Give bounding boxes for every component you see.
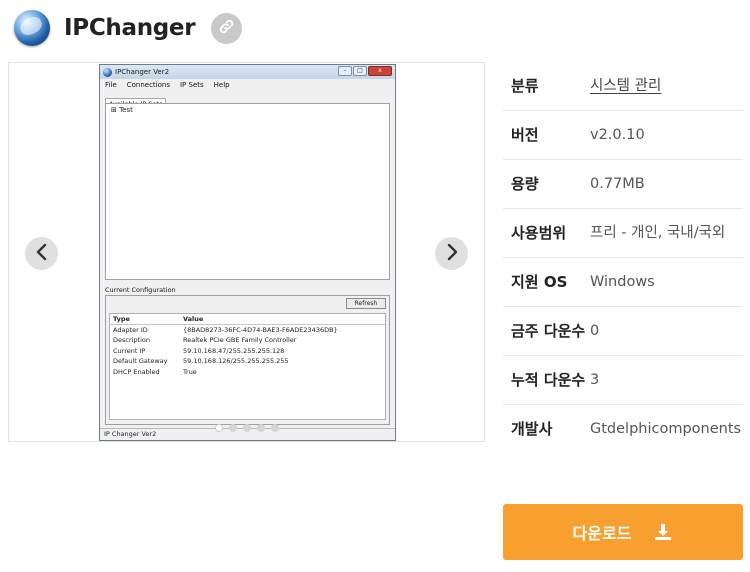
carousel-dot[interactable] [229, 424, 237, 432]
carousel-prev-button[interactable] [25, 237, 58, 270]
window-controls: – □ x [338, 66, 392, 76]
grid-cell-value: Realtek PCIe GBE Family Controller [183, 336, 297, 344]
grid-row: Default Gateway 59.10.168.126/255.255.25… [110, 356, 385, 367]
app-title: IPChanger [64, 15, 196, 41]
grid-cell-type: Adapter ID [113, 325, 148, 334]
info-key: 금주 다운수 [511, 322, 586, 340]
screenshot-menu-connections: Connections [126, 81, 170, 89]
carousel-dot[interactable] [271, 424, 279, 432]
grid-cell-type: Default Gateway [113, 357, 168, 365]
link-icon [218, 18, 235, 39]
screenshot-config-box: Refresh Type Value Adapter ID {8BAD8273-… [105, 295, 390, 425]
app-header: IPChanger [14, 8, 243, 48]
screenshot-window-title: IPChanger Ver2 [115, 68, 170, 76]
grid-cell-value: 59.10.168.47/255.255.255.128 [183, 346, 285, 355]
carousel-dot[interactable] [243, 424, 251, 432]
grid-cell-value: 59.10.168.126/255.255.255.255 [183, 357, 289, 365]
app-info-table: 분류 시스템 관리 버전 v2.0.10 용량 0.77MB 사용범위 프리 -… [503, 62, 743, 453]
screenshot-carousel: IPChanger Ver2 – □ x File Connections IP… [8, 62, 485, 442]
window-globe-icon [103, 67, 112, 77]
screenshot-tabrow: Available IP Sets [100, 91, 395, 109]
info-row-os: 지원 OS Windows [503, 258, 743, 307]
close-icon: x [368, 66, 392, 76]
grid-header-value: Value [183, 315, 204, 323]
info-value: 0.77MB [590, 176, 645, 192]
carousel-dots [215, 424, 279, 432]
grid-cell-value: {8BAD8273-36FC-4D74-BAE3-F6ADE23436DB} [183, 325, 338, 334]
chevron-left-icon [35, 243, 49, 265]
grid-cell-type: DHCP Enabled [113, 367, 160, 376]
info-value: Windows [590, 274, 655, 290]
grid-cell-type: Description [113, 336, 151, 344]
download-label: 다운로드 [572, 524, 632, 543]
grid-header-row: Type Value [110, 314, 385, 325]
carousel-next-button[interactable] [435, 237, 468, 270]
download-icon [653, 522, 673, 542]
tree-item: Test [119, 106, 133, 114]
info-value: 0 [590, 323, 600, 339]
screenshot-menu-file: File [105, 81, 117, 89]
info-key: 버전 [511, 126, 539, 144]
info-key: 분류 [511, 77, 539, 95]
screenshot-titlebar: IPChanger Ver2 – □ x [100, 65, 395, 79]
screenshot-tree: ⊞ Test [105, 103, 390, 280]
app-screenshot: IPChanger Ver2 – □ x File Connections IP… [99, 64, 396, 441]
grid-header-type: Type [113, 315, 130, 323]
screenshot-menubar: File Connections IP Sets Help [100, 79, 395, 91]
grid-row: Description Realtek PCIe GBE Family Cont… [110, 335, 385, 346]
info-value: 프리 - 개인, 국내/국외 [590, 225, 726, 241]
download-button[interactable]: 다운로드 [503, 504, 743, 560]
info-value: v2.0.10 [590, 127, 645, 143]
grid-cell-value: True [183, 367, 197, 376]
info-key: 지원 OS [511, 273, 568, 291]
info-row-developer: 개발사 Gtdelphicomponents [503, 405, 743, 453]
screenshot-menu-help: Help [213, 81, 230, 89]
info-key: 개발사 [511, 420, 553, 438]
screenshot-grid: Type Value Adapter ID {8BAD8273-36FC-4D7… [109, 313, 386, 420]
info-key: 용량 [511, 175, 539, 193]
info-value: 3 [590, 372, 600, 388]
maximize-icon: □ [353, 66, 367, 76]
info-row-category: 분류 시스템 관리 [503, 62, 743, 111]
grid-row: Current IP 59.10.168.47/255.255.255.128 [110, 346, 385, 357]
minimize-icon: – [338, 66, 352, 76]
screenshot-config-label: Current Configuration [105, 286, 176, 294]
info-row-version: 버전 v2.0.10 [503, 111, 743, 160]
screenshot-menu-ipsets: IP Sets [179, 81, 204, 89]
info-row-total-downloads: 누적 다운수 3 [503, 356, 743, 405]
info-value: Gtdelphicomponents [590, 421, 742, 437]
info-row-weekly-downloads: 금주 다운수 0 [503, 307, 743, 356]
grid-row: DHCP Enabled True [110, 367, 385, 378]
carousel-dot[interactable] [257, 424, 265, 432]
category-link[interactable]: 시스템 관리 [590, 74, 743, 98]
chevron-right-icon [445, 243, 459, 265]
screenshot-refresh-button: Refresh [346, 298, 386, 309]
info-key: 사용범위 [511, 224, 567, 242]
info-key: 누적 다운수 [511, 371, 586, 389]
grid-row: Adapter ID {8BAD8273-36FC-4D74-BAE3-F6AD… [110, 325, 385, 336]
carousel-dot[interactable] [215, 424, 223, 432]
info-row-size: 용량 0.77MB [503, 160, 743, 209]
info-row-license: 사용범위 프리 - 개인, 국내/국외 [503, 209, 743, 258]
globe-logo-icon [14, 10, 50, 46]
tree-expand-icon: ⊞ [111, 106, 120, 114]
share-link-button[interactable] [211, 12, 243, 44]
grid-cell-type: Current IP [113, 346, 146, 355]
